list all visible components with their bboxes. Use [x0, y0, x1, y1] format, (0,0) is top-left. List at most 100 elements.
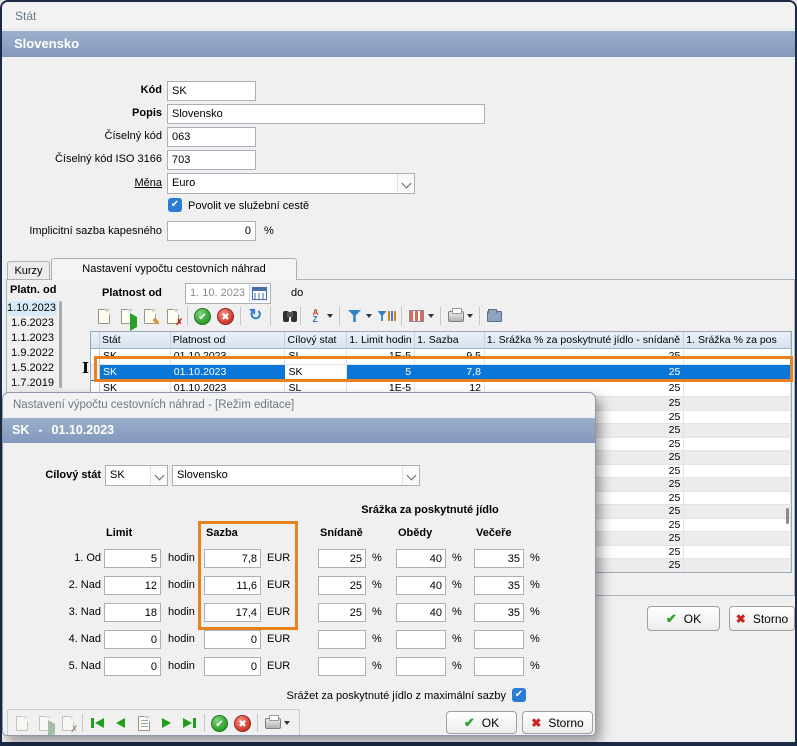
column-header[interactable]: Cílový stat — [285, 332, 347, 349]
table-cell[interactable] — [684, 546, 791, 560]
chevron-down-icon[interactable] — [402, 466, 419, 485]
validity-date-item[interactable]: 1.9.2022 — [7, 346, 57, 361]
lunch-input[interactable] — [396, 657, 446, 676]
storno-button[interactable]: ✖Storno — [729, 606, 795, 631]
currency-select[interactable]: Euro — [167, 173, 415, 194]
copy-record-icon[interactable] — [115, 305, 138, 327]
dinner-input[interactable] — [474, 630, 524, 649]
deduct-max-rate-checkbox[interactable]: ✔ — [512, 688, 526, 702]
accept-icon[interactable]: ✔ — [208, 712, 231, 734]
dinner-input[interactable] — [474, 549, 524, 568]
tab-kurzy[interactable]: Kurzy — [7, 261, 50, 280]
columns-icon[interactable] — [405, 305, 428, 327]
table-cell[interactable] — [684, 438, 791, 452]
lunch-input[interactable] — [396, 576, 446, 595]
table-cell[interactable] — [684, 519, 791, 533]
dropdown-arrow-icon[interactable] — [428, 314, 434, 318]
table-cell[interactable] — [684, 397, 791, 411]
dinner-input[interactable] — [474, 603, 524, 622]
lunch-input[interactable] — [396, 630, 446, 649]
cancel-icon[interactable]: ✖ — [214, 305, 237, 327]
table-cell[interactable] — [684, 424, 791, 438]
column-header[interactable]: 1. Srážka % za pos — [684, 332, 791, 349]
cancel-icon[interactable]: ✖ — [231, 712, 254, 734]
description-input[interactable] — [167, 104, 485, 124]
column-header[interactable]: 1. Srážka % za poskytnuté jídlo - snídan… — [485, 332, 684, 349]
breakfast-input[interactable] — [318, 630, 366, 649]
sort-az-icon[interactable]: AZ — [304, 305, 327, 327]
edit-record-icon[interactable]: ✎ — [138, 305, 161, 327]
dropdown-arrow-icon[interactable] — [467, 314, 473, 318]
print-icon[interactable] — [261, 712, 284, 734]
target-country-code-select[interactable]: SK — [105, 465, 168, 486]
validity-date-item[interactable]: 1.7.2019 — [7, 376, 57, 391]
column-header[interactable]: 1. Sazba — [415, 332, 485, 349]
delete-record-icon[interactable]: ✗ — [161, 305, 184, 327]
validity-date-item[interactable]: 1.6.2023 — [7, 316, 57, 331]
limit-input[interactable] — [104, 657, 161, 676]
calendar-icon[interactable] — [249, 285, 269, 302]
dialog-storno-button[interactable]: ✖Storno — [522, 711, 593, 734]
table-scrollbar[interactable] — [786, 508, 789, 524]
validity-date-item[interactable]: 1.5.2022 — [7, 361, 57, 376]
refresh-icon[interactable]: ↻ — [244, 305, 267, 327]
nav-last-icon[interactable] — [178, 712, 201, 734]
accept-icon[interactable]: ✔ — [191, 305, 214, 327]
table-cell[interactable] — [684, 505, 791, 519]
filter-from-date-input[interactable]: 1. 10. 2023 — [185, 283, 271, 304]
column-header[interactable]: Platnost od — [171, 332, 286, 349]
filter-graph-icon[interactable] — [375, 305, 398, 327]
breakfast-input[interactable] — [318, 576, 366, 595]
column-header[interactable]: Stát — [100, 332, 171, 349]
search-binoculars-icon[interactable] — [274, 305, 297, 327]
lunch-input[interactable] — [396, 603, 446, 622]
dinner-input[interactable] — [474, 657, 524, 676]
new-record-icon[interactable] — [10, 712, 33, 734]
dinner-input[interactable] — [474, 576, 524, 595]
nav-first-icon[interactable] — [86, 712, 109, 734]
export-folder-icon[interactable] — [483, 305, 506, 327]
table-cell[interactable] — [684, 451, 791, 465]
nav-prev-icon[interactable] — [109, 712, 132, 734]
iso-code-input[interactable] — [167, 150, 256, 170]
numeric-code-input[interactable] — [167, 127, 256, 147]
table-cell[interactable] — [684, 465, 791, 479]
dropdown-arrow-icon[interactable] — [284, 721, 290, 725]
rate-input[interactable] — [204, 630, 261, 649]
rate-input[interactable] — [204, 657, 261, 676]
limit-input[interactable] — [104, 576, 161, 595]
column-header[interactable]: 1. Limit hodin — [347, 332, 415, 349]
dropdown-arrow-icon[interactable] — [327, 314, 333, 318]
filter-icon[interactable] — [343, 305, 366, 327]
table-cell[interactable] — [684, 532, 791, 546]
new-record-icon[interactable] — [92, 305, 115, 327]
limit-input[interactable] — [104, 603, 161, 622]
limit-input[interactable] — [104, 549, 161, 568]
breakfast-input[interactable] — [318, 657, 366, 676]
lunch-input[interactable] — [396, 549, 446, 568]
validity-list-scrollbar[interactable] — [59, 301, 62, 388]
limit-input[interactable] — [104, 630, 161, 649]
nav-list-icon[interactable] — [132, 712, 155, 734]
target-country-name-select[interactable]: Slovensko — [172, 465, 420, 486]
code-input[interactable] — [167, 81, 256, 101]
table-cell[interactable] — [684, 411, 791, 425]
table-cell[interactable] — [684, 478, 791, 492]
nav-next-icon[interactable] — [155, 712, 178, 734]
pocket-money-input[interactable] — [167, 221, 256, 241]
validity-date-item[interactable]: 1.1.2023 — [7, 331, 57, 346]
allow-business-trip-checkbox[interactable]: ✔ — [168, 198, 182, 212]
copy-record-icon[interactable] — [33, 712, 56, 734]
breakfast-input[interactable] — [318, 603, 366, 622]
validity-date-item[interactable]: 1.10.2023 — [7, 301, 57, 316]
table-cell[interactable] — [684, 381, 791, 397]
ok-button[interactable]: ✔OK — [647, 606, 720, 631]
chevron-down-icon[interactable] — [150, 466, 167, 485]
dropdown-arrow-icon[interactable] — [366, 314, 372, 318]
table-cell[interactable] — [684, 492, 791, 506]
table-cell[interactable] — [684, 559, 791, 573]
dialog-ok-button[interactable]: ✔OK — [446, 711, 517, 734]
print-icon[interactable] — [444, 305, 467, 327]
delete-record-icon[interactable]: ✗ — [56, 712, 79, 734]
tab-nastaveni-nahrad[interactable]: Nastavení vypočtu cestovních náhrad — [51, 258, 297, 280]
